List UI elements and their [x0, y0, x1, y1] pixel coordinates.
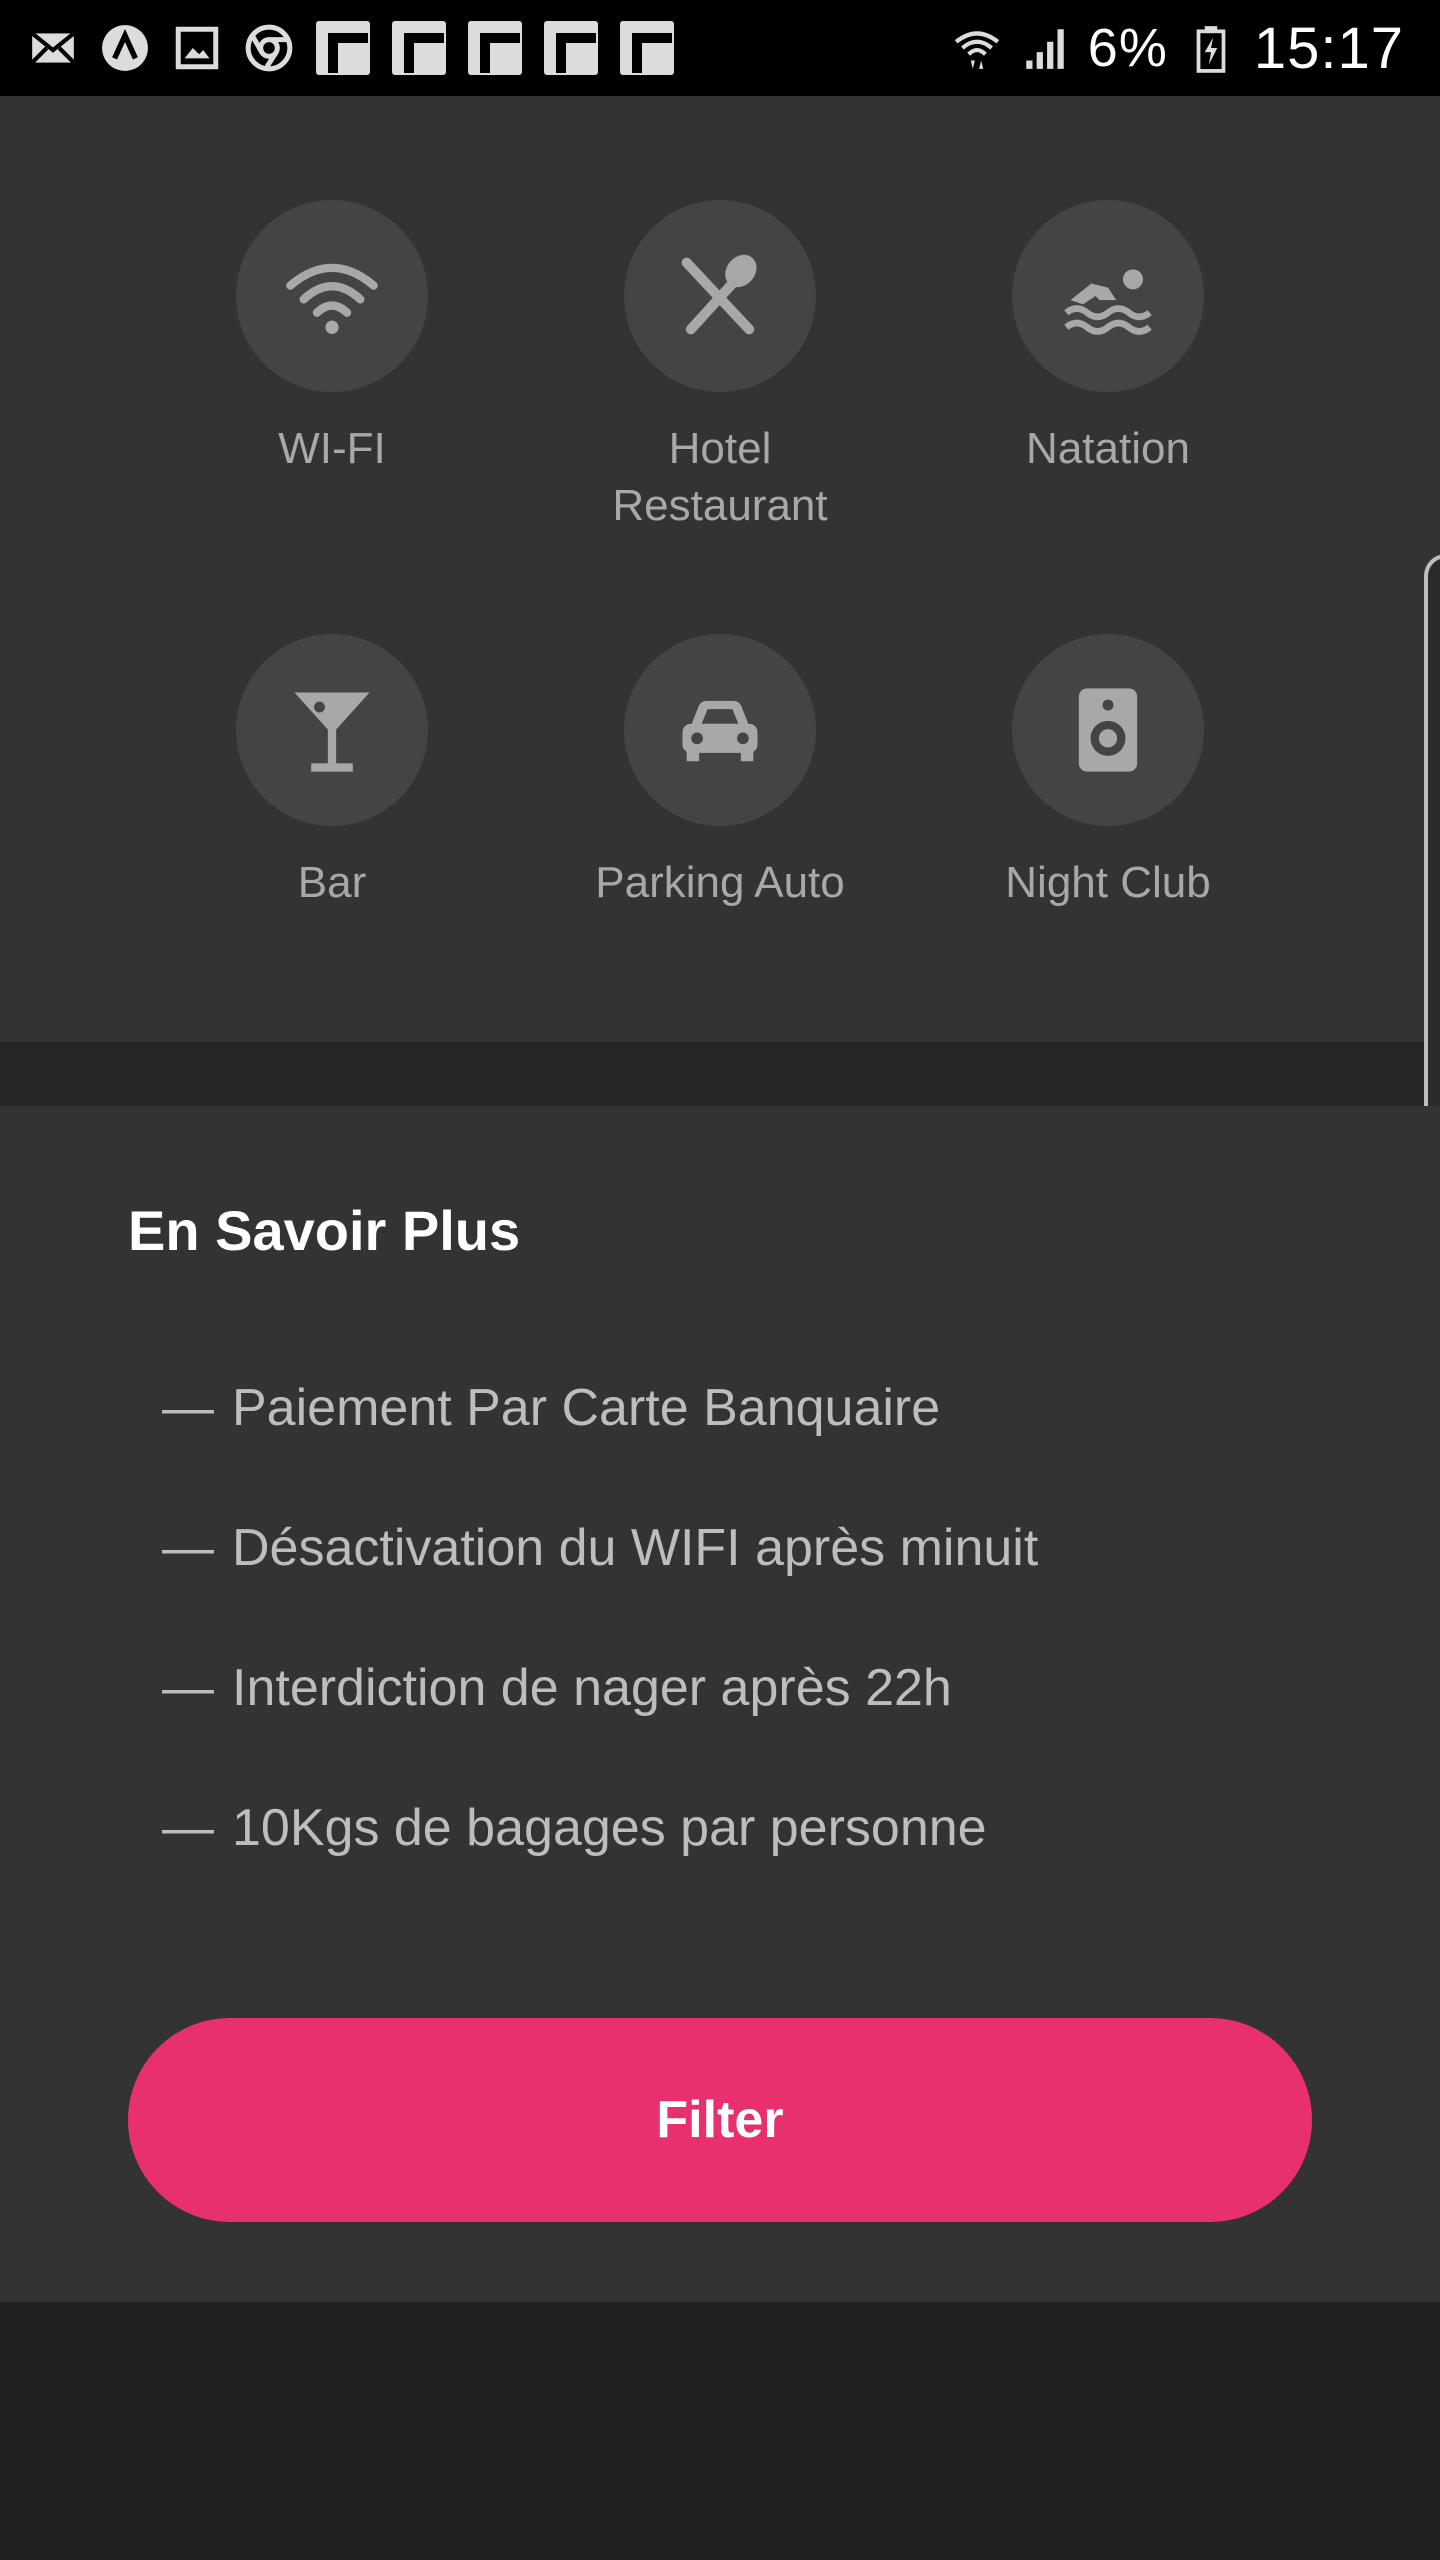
amenity-parking-auto[interactable]: Parking Auto — [530, 634, 910, 911]
flipboard-icon — [544, 21, 598, 75]
flipboard-icon — [468, 21, 522, 75]
signal-icon — [1020, 23, 1070, 73]
info-title: En Savoir Plus — [128, 1199, 521, 1262]
amenity-night-club[interactable]: Night Club — [918, 634, 1298, 911]
chrome-icon — [244, 23, 294, 73]
amenity-label: Natation — [1026, 424, 1190, 473]
cocktail-icon — [294, 692, 370, 772]
battery-charging-icon — [1186, 23, 1236, 73]
app-icon — [100, 23, 150, 73]
amenity-icon-circle — [236, 634, 428, 826]
dash-marker: — — [162, 1799, 214, 1857]
amenity-icon-circle — [624, 200, 816, 392]
section-separator — [0, 1042, 1440, 1106]
mail-icon — [28, 23, 78, 73]
flipboard-icon — [620, 21, 674, 75]
speaker-icon — [1078, 688, 1138, 772]
battery-percent: 6% — [1087, 18, 1168, 78]
info-item-text: Interdiction de nager après 22h — [232, 1659, 952, 1717]
image-icon — [172, 23, 222, 73]
info-section: En Savoir Plus — Paiement Par Carte Banqu… — [0, 1106, 1440, 2302]
wifi-icon — [286, 263, 378, 334]
wifi-icon — [952, 23, 1002, 73]
swimming-icon — [1064, 269, 1152, 335]
restaurant-icon — [681, 254, 757, 335]
amenity-label: Hotel Restaurant — [612, 424, 828, 530]
info-item: — Interdiction de nager après 22h — [162, 1648, 1038, 1788]
amenity-bar[interactable]: Bar — [142, 634, 522, 911]
info-item-text: Paiement Par Carte Banquaire — [232, 1379, 941, 1437]
info-item: — Paiement Par Carte Banquaire — [162, 1368, 1038, 1508]
amenity-icon-circle — [1012, 634, 1204, 826]
drawer-handle[interactable] — [1424, 554, 1440, 1130]
flipboard-icon — [316, 21, 370, 75]
amenity-label: Bar — [297, 858, 367, 907]
info-item: — 10Kgs de bagages par personne — [162, 1788, 1038, 1928]
dash-marker: — — [162, 1659, 214, 1717]
info-list: — Paiement Par Carte Banquaire — Désactiva… — [162, 1368, 1038, 1928]
dash-marker: — — [162, 1379, 214, 1437]
amenities-panel: WI-FI Hotel Restaurant Natation Bar Park… — [0, 96, 1440, 1042]
amenity-hotel-restaurant[interactable]: Hotel Restaurant — [530, 200, 910, 534]
info-item-text: Désactivation du WIFI après minuit — [232, 1519, 1039, 1577]
amenity-icon-circle — [624, 634, 816, 826]
amenity-icon-circle — [236, 200, 428, 392]
info-item: — Désactivation du WIFI après minuit — [162, 1508, 1038, 1648]
info-item-text: 10Kgs de bagages par personne — [232, 1799, 987, 1857]
amenity-label: Parking Auto — [595, 858, 845, 907]
amenity-natation[interactable]: Natation — [918, 200, 1298, 477]
amenity-wifi[interactable]: WI-FI — [142, 200, 522, 477]
amenity-icon-circle — [1012, 200, 1204, 392]
notification-icons — [28, 21, 674, 75]
flipboard-icon — [392, 21, 446, 75]
filter-button[interactable]: Filter — [128, 2018, 1312, 2222]
amenity-label: WI-FI — [278, 424, 386, 473]
bottom-area — [0, 2302, 1440, 2560]
clock: 15:17 — [1253, 15, 1404, 81]
dash-marker: — — [162, 1519, 214, 1577]
amenity-label: Night Club — [1005, 858, 1211, 907]
status-bar: 6% 15:17 — [0, 0, 1440, 96]
car-icon — [682, 700, 758, 762]
